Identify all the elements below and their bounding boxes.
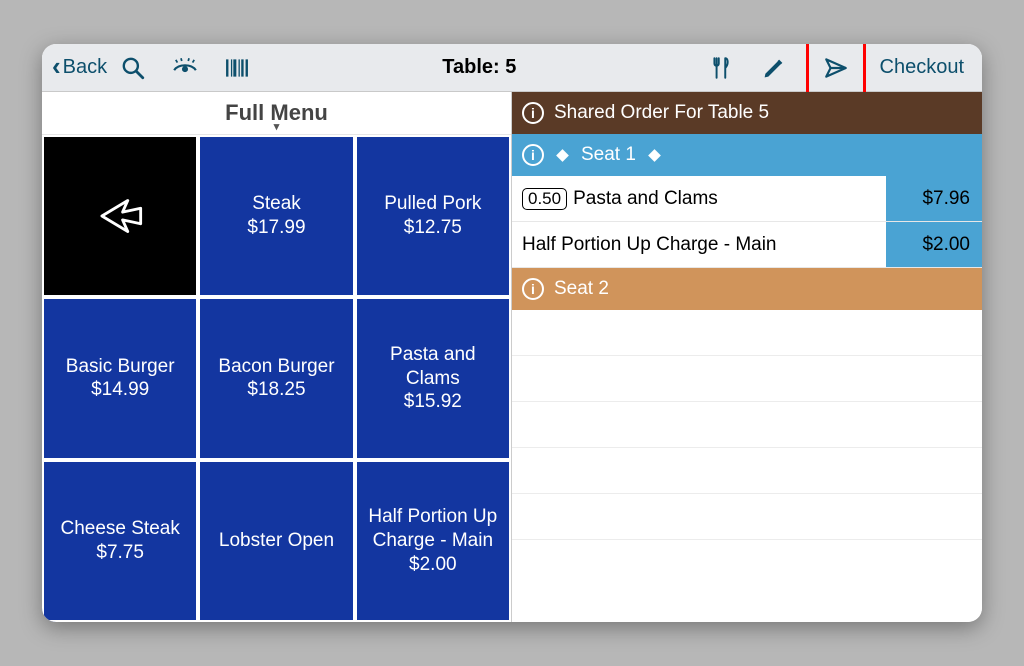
toolbar: ‹ Back (42, 44, 982, 92)
menu-item-pulled-pork[interactable]: Pulled Pork$12.75 (355, 135, 511, 297)
order-item-name: Half Portion Up Charge - Main (522, 234, 777, 256)
search-icon (120, 55, 146, 81)
menu-item-lobster-open[interactable]: Lobster Open (198, 460, 354, 622)
send-highlight (806, 44, 866, 97)
menu-item-bacon-burger[interactable]: Bacon Burger$18.25 (198, 297, 354, 459)
checkout-label: Checkout (880, 56, 965, 79)
blank-row (512, 402, 982, 448)
back-arrow-icon (89, 185, 151, 247)
chevron-left-icon: ‹ (52, 51, 61, 82)
blank-row (512, 540, 982, 586)
menu-grid: Steak$17.99 Pulled Pork$12.75 Basic Burg… (42, 135, 511, 622)
menu-item-half-portion[interactable]: Half Portion Up Charge - Main$2.00 (355, 460, 511, 622)
chevron-down-icon: ▾ (42, 124, 511, 130)
diamond-icon (648, 149, 661, 162)
order-line[interactable]: Half Portion Up Charge - Main $2.00 (512, 222, 982, 268)
checkout-button[interactable]: Checkout (872, 44, 977, 92)
menu-back-button[interactable] (42, 135, 198, 297)
cutlery-button[interactable] (696, 44, 748, 92)
menu-panel: Full Menu ▾ Steak$17.99 Pulled Pork$12.7… (42, 92, 512, 622)
info-icon: i (522, 102, 544, 124)
main-split: Full Menu ▾ Steak$17.99 Pulled Pork$12.7… (42, 92, 982, 622)
blank-row (512, 448, 982, 494)
send-icon (823, 55, 849, 81)
order-item-price: $7.96 (886, 176, 982, 221)
send-button[interactable] (819, 44, 853, 92)
menu-item-cheese-steak[interactable]: Cheese Steak$7.75 (42, 460, 198, 622)
blank-row (512, 310, 982, 356)
seat-label: Seat 2 (554, 278, 609, 300)
shared-order-header[interactable]: i Shared Order For Table 5 (512, 92, 982, 134)
info-icon: i (522, 278, 544, 300)
menu-item-pasta-clams[interactable]: Pasta and Clams$15.92 (355, 297, 511, 459)
search-button[interactable] (107, 44, 159, 92)
order-line[interactable]: 0.50 Pasta and Clams $7.96 (512, 176, 982, 222)
seat-2-header[interactable]: i Seat 2 (512, 268, 982, 310)
blank-row (512, 494, 982, 540)
order-panel: i Shared Order For Table 5 i Seat 1 0.50… (512, 92, 982, 622)
blank-row (512, 356, 982, 402)
eye-icon (172, 55, 198, 81)
back-label: Back (63, 56, 107, 79)
info-icon: i (522, 144, 544, 166)
order-item-price: $2.00 (886, 222, 982, 267)
cutlery-icon (709, 55, 735, 81)
edit-button[interactable] (748, 44, 800, 92)
diamond-icon (556, 149, 569, 162)
menu-item-steak[interactable]: Steak$17.99 (198, 135, 354, 297)
barcode-icon (224, 55, 250, 81)
menu-header[interactable]: Full Menu ▾ (42, 92, 511, 135)
seat-1-header[interactable]: i Seat 1 (512, 134, 982, 176)
pencil-icon (761, 55, 787, 81)
pos-screen: ‹ Back (42, 44, 982, 622)
empty-order-area (512, 310, 982, 622)
shared-order-label: Shared Order For Table 5 (554, 102, 769, 124)
barcode-button[interactable] (211, 44, 263, 92)
view-button[interactable] (159, 44, 211, 92)
seat-label: Seat 1 (581, 144, 636, 166)
order-item-name: Pasta and Clams (573, 188, 718, 210)
menu-item-basic-burger[interactable]: Basic Burger$14.99 (42, 297, 198, 459)
qty-badge: 0.50 (522, 188, 567, 210)
table-title: Table: 5 (442, 56, 516, 79)
back-button[interactable]: ‹ Back (48, 44, 107, 92)
